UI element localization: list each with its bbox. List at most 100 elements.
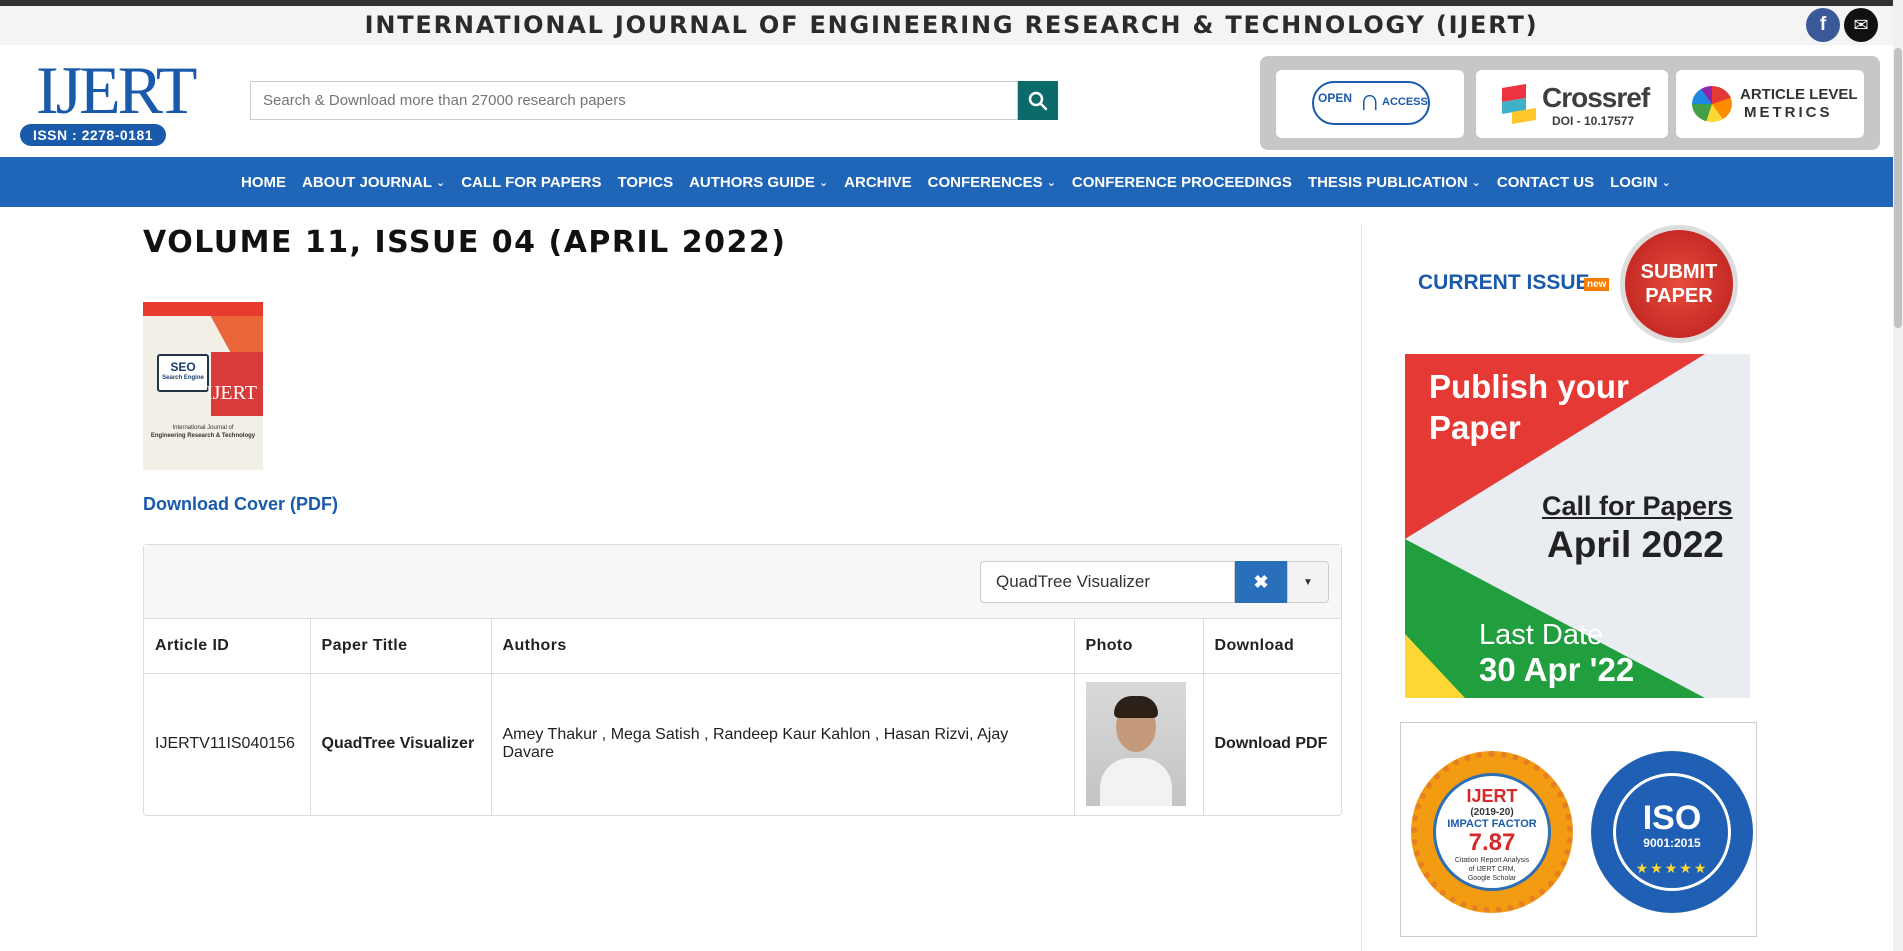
impact-seal-years: (2019-20): [1470, 807, 1514, 818]
iso-title: ISO: [1642, 799, 1702, 837]
nav-item-archive[interactable]: ARCHIVE: [836, 174, 920, 191]
sidebar-divider: [1361, 224, 1362, 951]
nav-item-label: ARCHIVE: [844, 173, 912, 191]
crossref-name: Crossref: [1542, 82, 1650, 113]
filter-options-button[interactable]: ▼: [1287, 561, 1329, 603]
issue-cover-image[interactable]: SEO Search Engine IJERT International Jo…: [143, 302, 263, 470]
cover-footer: International Journal of Engineering Res…: [143, 424, 263, 440]
open-lock-icon: ∩: [1359, 84, 1381, 117]
nav-item-call-for-papers[interactable]: CALL FOR PAPERS: [453, 174, 609, 191]
issn-badge: ISSN : 2278-0181: [20, 124, 166, 146]
call-for-papers-banner[interactable]: Publish your Paper Call for Papers April…: [1405, 354, 1750, 698]
impact-seal-note-1: Citation Report Analysis: [1454, 857, 1530, 864]
chevron-down-icon: ⌄: [1471, 176, 1481, 189]
column-header-download[interactable]: Download: [1203, 619, 1341, 674]
download-pdf-link[interactable]: Download PDF: [1203, 673, 1341, 815]
scrollbar-thumb[interactable]: [1894, 48, 1902, 328]
impact-factor-seal: IJERT (2019-20) IMPACT FACTOR 7.87 Citat…: [1411, 751, 1573, 913]
impact-seal-inner: IJERT (2019-20) IMPACT FACTOR 7.87 Citat…: [1433, 773, 1551, 891]
nav-item-label: AUTHORS GUIDE: [689, 173, 815, 191]
close-icon: ✖: [1253, 571, 1269, 592]
nav-item-conferences[interactable]: CONFERENCES ⌄: [920, 174, 1064, 191]
article-metrics-badge[interactable]: ARTICLE LEVEL METRICS: [1676, 70, 1864, 138]
table-header-row: Article ID Paper Title Authors Photo Dow…: [144, 619, 1341, 674]
email-icon[interactable]: ✉: [1844, 8, 1878, 42]
facebook-icon[interactable]: f: [1806, 8, 1840, 42]
chevron-down-icon: ⌄: [436, 176, 446, 189]
submit-paper-button[interactable]: SUBMIT PAPER: [1620, 225, 1738, 343]
new-badge: new: [1584, 278, 1610, 291]
nav-item-label: TOPICS: [617, 173, 674, 191]
star-icons: ★★★★★: [1635, 860, 1709, 876]
photo-body: [1099, 758, 1172, 807]
submit-label-1: SUBMIT: [1640, 261, 1718, 283]
photo-cell: [1074, 673, 1204, 815]
current-issue-link[interactable]: CURRENT ISSUE: [1418, 271, 1590, 295]
caret-down-icon: ▼: [1303, 576, 1313, 588]
page-title: VOLUME 11, ISSUE 04 (APRIL 2022): [143, 225, 787, 260]
cover-footer-line-1: International Journal of: [172, 425, 234, 431]
column-header-photo[interactable]: Photo: [1074, 619, 1204, 674]
metrics-label-2: METRICS: [1744, 104, 1833, 121]
logo-wordmark: IJERT: [36, 52, 197, 128]
banner-cfp: Call for Papers: [1542, 491, 1733, 521]
clear-filter-button[interactable]: ✖: [1235, 561, 1287, 603]
download-cover-link[interactable]: Download Cover (PDF): [143, 494, 338, 515]
cover-seo-graphic: SEO Search Engine: [157, 354, 209, 392]
nav-item-label: CALL FOR PAPERS: [461, 173, 602, 191]
cover-brand: IJERT: [205, 382, 257, 404]
column-header-authors[interactable]: Authors: [491, 619, 1075, 674]
metrics-label-1: ARTICLE LEVEL: [1740, 86, 1858, 103]
open-access-label-1: OPEN: [1318, 91, 1353, 105]
authors-cell: Amey Thakur , Mega Satish , Randeep Kaur…: [491, 673, 1075, 815]
crossref-doi: DOI - 10.17577: [1552, 114, 1635, 128]
search-input[interactable]: [250, 81, 1018, 120]
metrics-pie-icon: [1692, 86, 1732, 122]
nav-item-login[interactable]: LOGIN ⌄: [1602, 174, 1679, 191]
banner-month: April 2022: [1547, 524, 1724, 565]
main-nav: HOME ABOUT JOURNAL ⌄ CALL FOR PAPERS TOPICS A…: [233, 157, 1679, 207]
chevron-down-icon: ⌄: [1661, 176, 1671, 189]
crossref-icon: [1502, 84, 1536, 124]
nav-item-label: CONTACT US: [1496, 173, 1595, 191]
nav-item-about-journal[interactable]: ABOUT JOURNAL ⌄: [294, 174, 453, 191]
papers-panel: ✖ ▼ Article ID Paper Title Authors Photo…: [143, 544, 1342, 816]
banner-last-date-label: Last Date: [1479, 619, 1604, 651]
chevron-down-icon: ⌄: [818, 176, 829, 189]
impact-seal-value: 7.87: [1468, 829, 1516, 856]
column-header-article-id[interactable]: Article ID: [144, 619, 311, 674]
certification-box: IJERT (2019-20) IMPACT FACTOR 7.87 Citat…: [1400, 722, 1757, 937]
column-header-paper-title[interactable]: Paper Title: [310, 619, 492, 674]
page-scrollbar[interactable]: [1893, 0, 1903, 951]
photo-hair: [1113, 696, 1158, 719]
search-button[interactable]: [1018, 81, 1058, 120]
nav-item-label: CONFERENCE PROCEEDINGS: [1071, 173, 1292, 191]
cover-seo-text: SEO: [170, 360, 196, 374]
banner-headline-2: Paper: [1429, 409, 1521, 446]
crossref-badge[interactable]: Crossref DOI - 10.17577: [1476, 70, 1668, 138]
nav-item-conference-proceedings[interactable]: CONFERENCE PROCEEDINGS: [1064, 174, 1300, 191]
paper-title-link[interactable]: QuadTree Visualizer: [310, 673, 492, 815]
nav-item-label: HOME: [241, 173, 286, 191]
nav-item-authors-guide[interactable]: AUTHORS GUIDE ⌄: [681, 174, 836, 191]
open-access-badge[interactable]: OPEN ∩ ACCESS: [1276, 70, 1464, 138]
banner-headline-1: Publish your: [1429, 368, 1629, 405]
site-logo[interactable]: IJERT ISSN : 2278-0181: [18, 52, 197, 147]
nav-item-contact-us[interactable]: CONTACT US: [1489, 174, 1602, 191]
iso-seal: ISO 9001:2015 ★★★★★: [1591, 751, 1753, 913]
papers-table: Article ID Paper Title Authors Photo Dow…: [144, 619, 1341, 815]
cover-band: [143, 302, 263, 316]
open-access-label-2: ACCESS: [1382, 96, 1428, 108]
table-filter-input[interactable]: [980, 561, 1235, 603]
nav-item-thesis-publication[interactable]: THESIS PUBLICATION ⌄: [1300, 174, 1489, 191]
table-row: IJERTV11IS040156 QuadTree Visualizer Ame…: [144, 673, 1341, 815]
article-id-cell: IJERTV11IS040156: [144, 673, 311, 815]
banner-headline: Publish your Paper: [1429, 366, 1629, 448]
nav-item-topics[interactable]: TOPICS: [610, 174, 682, 191]
impact-seal-note-3: Google Scholar: [1467, 875, 1517, 882]
nav-item-label: ABOUT JOURNAL: [302, 173, 432, 191]
search-icon: [1028, 91, 1048, 110]
submit-label-2: PAPER: [1645, 285, 1713, 307]
iso-seal-inner: ISO 9001:2015 ★★★★★: [1613, 773, 1731, 891]
nav-item-home[interactable]: HOME: [233, 174, 294, 191]
